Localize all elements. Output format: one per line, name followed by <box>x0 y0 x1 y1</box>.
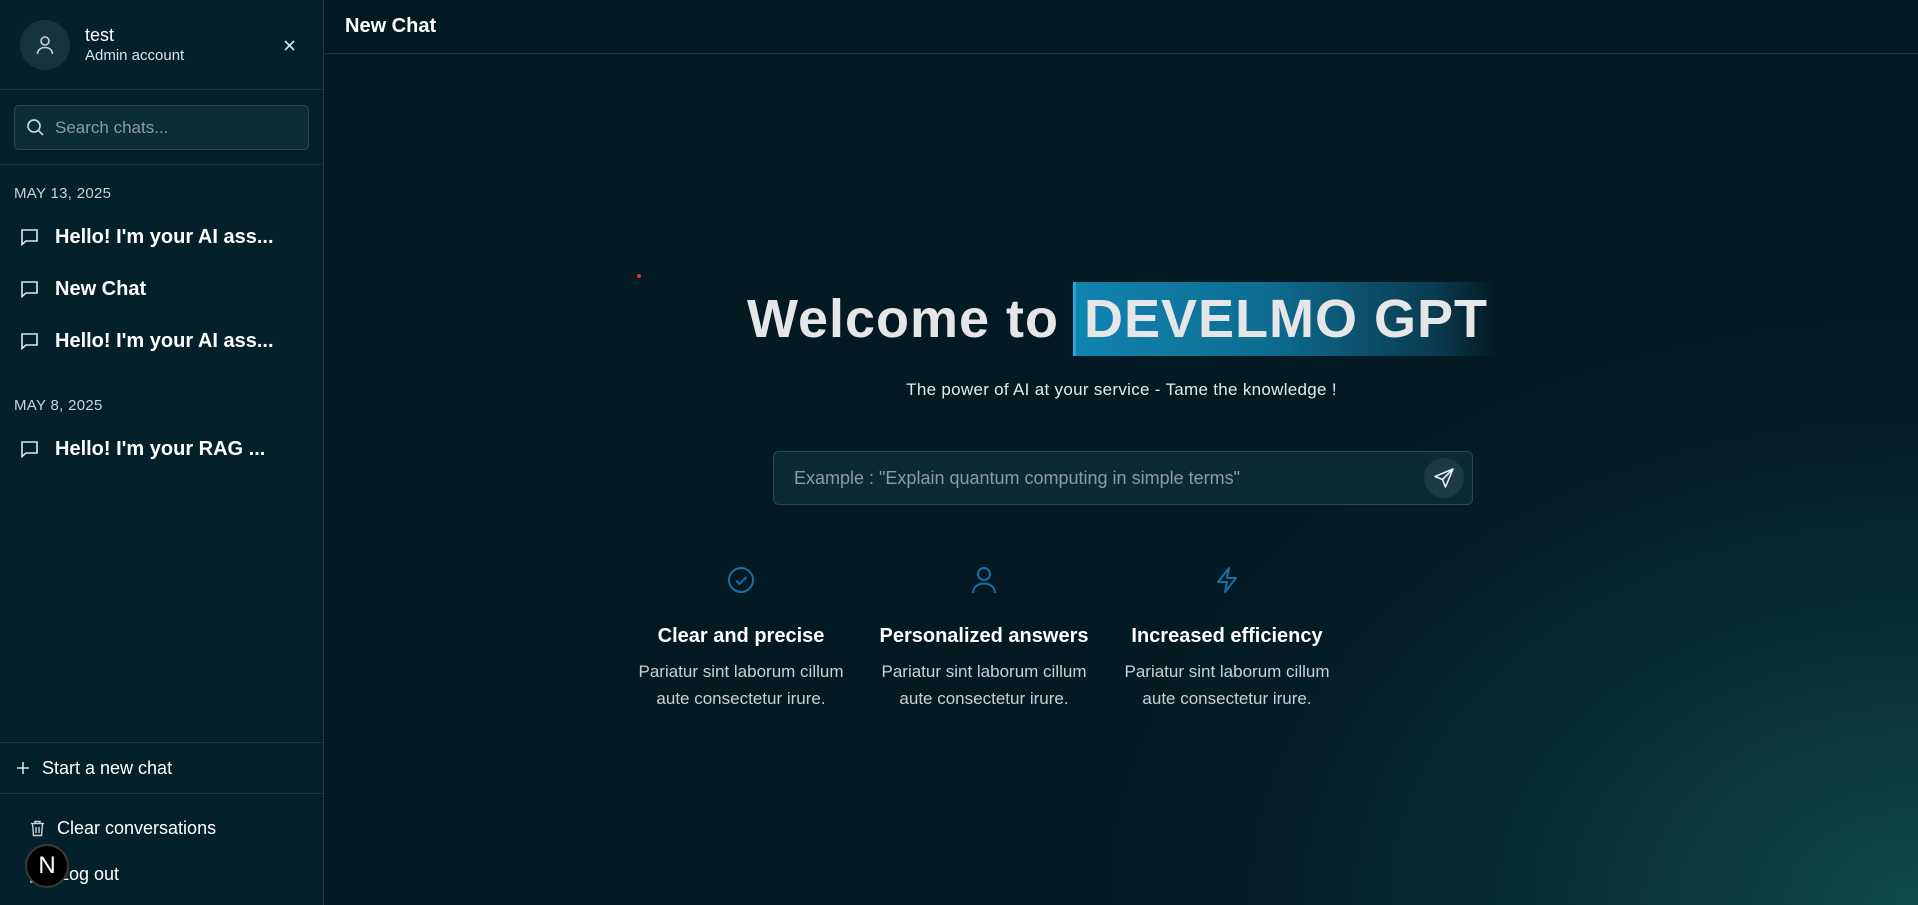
feature-description-line: aute consectetur irure. <box>1142 689 1312 708</box>
feature-description-line: Pariatur sint laborum cillum <box>1124 662 1330 681</box>
close-sidebar-button[interactable] <box>279 35 299 55</box>
send-button[interactable] <box>1424 458 1464 498</box>
search-input[interactable] <box>55 117 295 138</box>
close-icon <box>283 39 295 51</box>
prompt-box[interactable] <box>773 451 1473 505</box>
clear-conversations-button[interactable]: Clear conversations <box>30 818 216 839</box>
lightning-icon <box>1217 567 1237 593</box>
chat-list-item[interactable]: New Chat <box>20 269 310 309</box>
chat-bubble-icon <box>21 333 38 350</box>
start-new-chat-label: Start a new chat <box>42 757 173 778</box>
main-panel: New Chat Welcome to DEVELMO GPT The powe… <box>325 0 1918 905</box>
feature-card: Increased efficiency Pariatur sint labor… <box>1112 566 1342 712</box>
feature-description: Pariatur sint laborum cillum aute consec… <box>1112 658 1342 712</box>
user-avatar-icon <box>36 35 54 54</box>
chat-list-item[interactable]: Hello! I'm your AI ass... <box>20 217 310 257</box>
chat-list-item-label: Hello! I'm your AI ass... <box>55 329 274 352</box>
avatar[interactable] <box>20 19 70 70</box>
chat-list-item-label: Hello! I'm your RAG ... <box>55 437 266 460</box>
chat-list-item[interactable]: Hello! I'm your RAG ... <box>20 429 310 469</box>
decorative-dot <box>637 274 641 278</box>
search-section <box>0 90 323 165</box>
chat-list-item[interactable]: Hello! I'm your AI ass... <box>20 321 310 361</box>
profile-header: test Admin account <box>0 0 323 90</box>
search-box[interactable] <box>14 105 309 150</box>
chat-group-date: MAY 13, 2025 <box>14 185 112 202</box>
user-icon <box>972 567 996 594</box>
feature-card: Clear and precise Pariatur sint laborum … <box>626 566 856 712</box>
chat-bubble-icon <box>21 229 38 246</box>
tagline: The power of AI at your service - Tame t… <box>906 380 1337 399</box>
trash-icon <box>31 820 44 837</box>
profile-name: test <box>85 24 115 45</box>
brand-name: DEVELMO GPT <box>1073 282 1497 356</box>
chat-bubble-icon <box>21 441 38 458</box>
sidebar: test Admin account MAY 13, 2025 Hello! I… <box>0 0 324 905</box>
chat-list-item-label: New Chat <box>55 277 147 300</box>
feature-description-line: aute consectetur irure. <box>899 689 1069 708</box>
profile-role: Admin account <box>85 46 185 64</box>
nextjs-dev-badge[interactable]: N <box>25 844 69 888</box>
feature-title: Personalized answers <box>879 625 1089 647</box>
feature-title: Clear and precise <box>657 625 825 647</box>
page-title: New Chat <box>345 15 437 37</box>
feature-description-line: Pariatur sint laborum cillum <box>881 662 1087 681</box>
feature-card: Personalized answers Pariatur sint labor… <box>869 566 1099 712</box>
feature-description-line: Pariatur sint laborum cillum <box>638 662 844 681</box>
send-icon <box>1434 468 1454 488</box>
chat-list-item-label: Hello! I'm your AI ass... <box>55 225 274 248</box>
feature-description-line: aute consectetur irure. <box>656 689 826 708</box>
main-header: New Chat <box>325 0 1918 54</box>
start-new-chat-button[interactable]: Start a new chat <box>0 742 324 794</box>
search-icon <box>27 119 44 136</box>
prompt-input[interactable] <box>794 467 1424 489</box>
chat-group-date: MAY 8, 2025 <box>14 397 103 414</box>
feature-description: Pariatur sint laborum cillum aute consec… <box>869 658 1099 712</box>
chat-bubble-icon <box>21 281 38 298</box>
welcome-heading: Welcome to DEVELMO GPT <box>325 282 1918 356</box>
plus-icon <box>17 762 29 774</box>
check-circle-icon <box>728 567 754 593</box>
clear-conversations-label: Clear conversations <box>57 818 217 838</box>
feature-description: Pariatur sint laborum cillum aute consec… <box>626 658 856 712</box>
feature-title: Increased efficiency <box>1131 625 1323 647</box>
welcome-text: Welcome to <box>746 289 1060 349</box>
